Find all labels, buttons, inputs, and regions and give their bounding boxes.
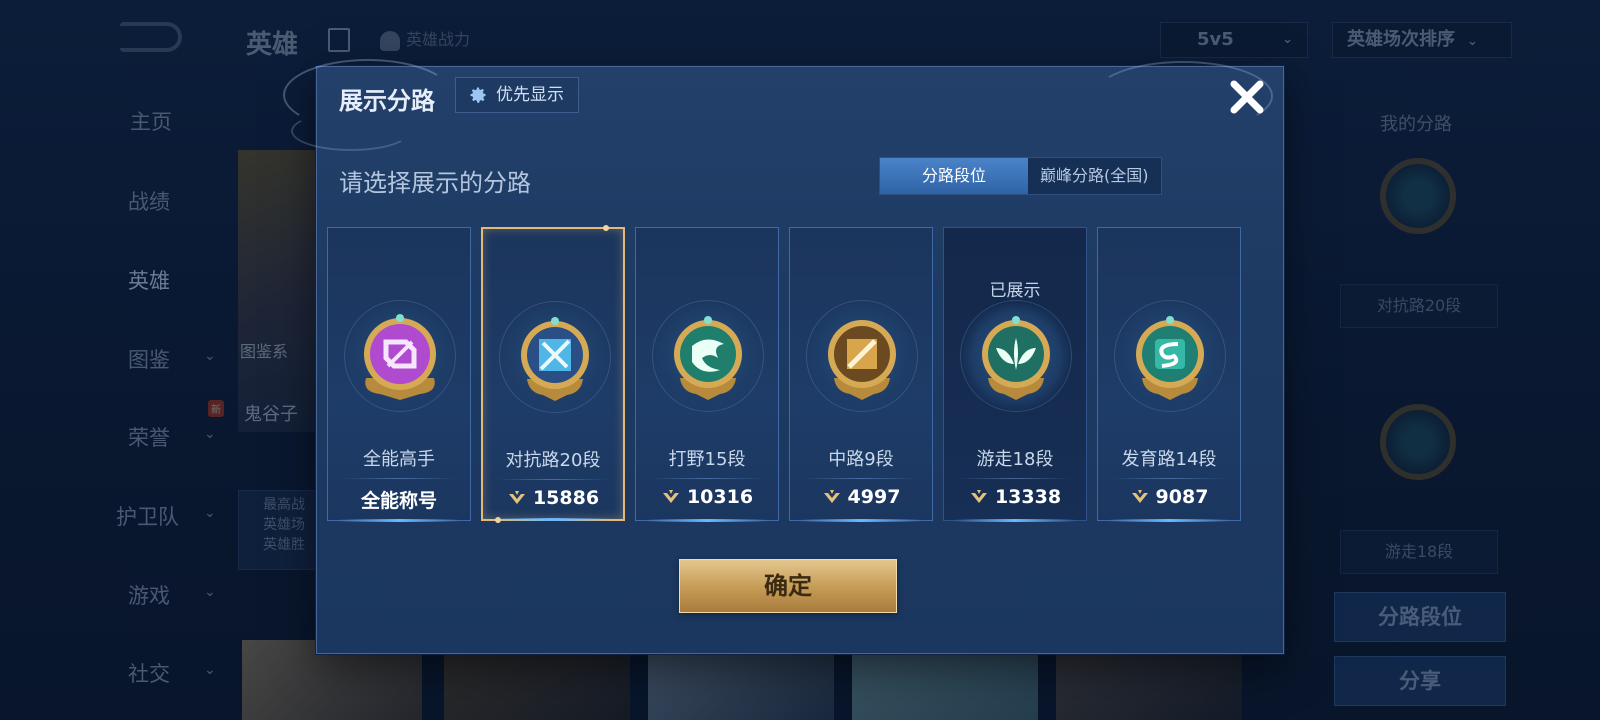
- tab-peak-lane[interactable]: 巅峰分路(全国): [1028, 158, 1161, 194]
- power-icon: [970, 490, 987, 503]
- card-glow-line: [338, 519, 460, 522]
- lane-score: 10316: [636, 486, 778, 508]
- lane-name: 发育路14段: [1121, 449, 1217, 470]
- lane-score: 4997: [790, 486, 932, 508]
- power-icon: [662, 490, 679, 503]
- lane-name: 全能高手: [363, 449, 435, 470]
- lane-score: 15886: [483, 487, 623, 509]
- card-glow-line: [954, 519, 1076, 522]
- divider: [497, 479, 609, 480]
- lane-card-mid[interactable]: 中路9段 4997: [789, 227, 933, 522]
- lane-card-jungle[interactable]: 打野15段 10316: [635, 227, 779, 522]
- lane-card-all-round[interactable]: 全能高手 全能称号: [327, 227, 471, 522]
- lane-name: 打野15段: [668, 449, 746, 470]
- jungle-emblem-icon: [674, 316, 742, 400]
- lane-score-value: 13338: [994, 486, 1062, 508]
- gear-icon: [470, 87, 486, 103]
- lane-title-text: 全能称号: [328, 486, 470, 513]
- lane-score-value: 9087: [1155, 486, 1209, 508]
- lane-score-value: 15886: [532, 487, 600, 509]
- divider: [958, 478, 1072, 479]
- lane-score-value: 10316: [686, 486, 754, 508]
- corner-dot: [603, 225, 609, 231]
- priority-display-button[interactable]: 优先显示: [455, 77, 579, 113]
- divider: [650, 478, 764, 479]
- divider: [804, 478, 918, 479]
- divider: [342, 478, 456, 479]
- power-icon: [508, 491, 525, 504]
- clash-lane-emblem-icon: [521, 317, 589, 401]
- priority-display-label: 优先显示: [496, 85, 564, 105]
- close-icon: [1230, 80, 1264, 114]
- tab-lane-rank[interactable]: 分路段位: [880, 158, 1028, 194]
- roam-emblem-icon: [982, 316, 1050, 400]
- farm-lane-emblem-icon: [1136, 316, 1204, 400]
- card-glow-line: [1108, 519, 1230, 522]
- lane-title-value: 全能称号: [360, 490, 437, 512]
- lane-name: 中路9段: [828, 449, 894, 470]
- lane-card-clash[interactable]: 对抗路20段 15886: [481, 225, 625, 523]
- confirm-button[interactable]: 确定: [679, 559, 897, 613]
- lane-score: 9087: [1098, 486, 1240, 508]
- lane-score-value: 4997: [847, 486, 901, 508]
- power-icon: [823, 490, 840, 503]
- decorative-swirl: [291, 111, 411, 151]
- card-glow-line: [800, 519, 922, 522]
- card-glow-line: [646, 519, 768, 522]
- dialog-subtitle: 请选择展示的分路: [339, 169, 531, 197]
- close-button[interactable]: [1225, 75, 1269, 119]
- card-glow-line: [493, 518, 613, 521]
- lane-card-farm[interactable]: 发育路14段 9087: [1097, 227, 1241, 522]
- dialog-title: 展示分路: [339, 87, 435, 115]
- lane-name: 游走18段: [976, 449, 1054, 470]
- mid-lane-emblem-icon: [828, 320, 896, 400]
- show-lane-dialog: 展示分路 优先显示 请选择展示的分路 分路段位 巅峰分路(全国) 全能高手 全能…: [283, 59, 1284, 654]
- shown-tag: 已展示: [989, 281, 1041, 301]
- lane-name: 对抗路20段: [505, 450, 601, 471]
- lane-score: 13338: [944, 486, 1086, 508]
- rank-tabs: 分路段位 巅峰分路(全国): [879, 157, 1162, 195]
- all-round-emblem-icon: [364, 314, 436, 400]
- power-icon: [1131, 490, 1148, 503]
- divider: [1112, 478, 1226, 479]
- lane-card-roam[interactable]: 已展示 游走18段 13338: [943, 227, 1087, 522]
